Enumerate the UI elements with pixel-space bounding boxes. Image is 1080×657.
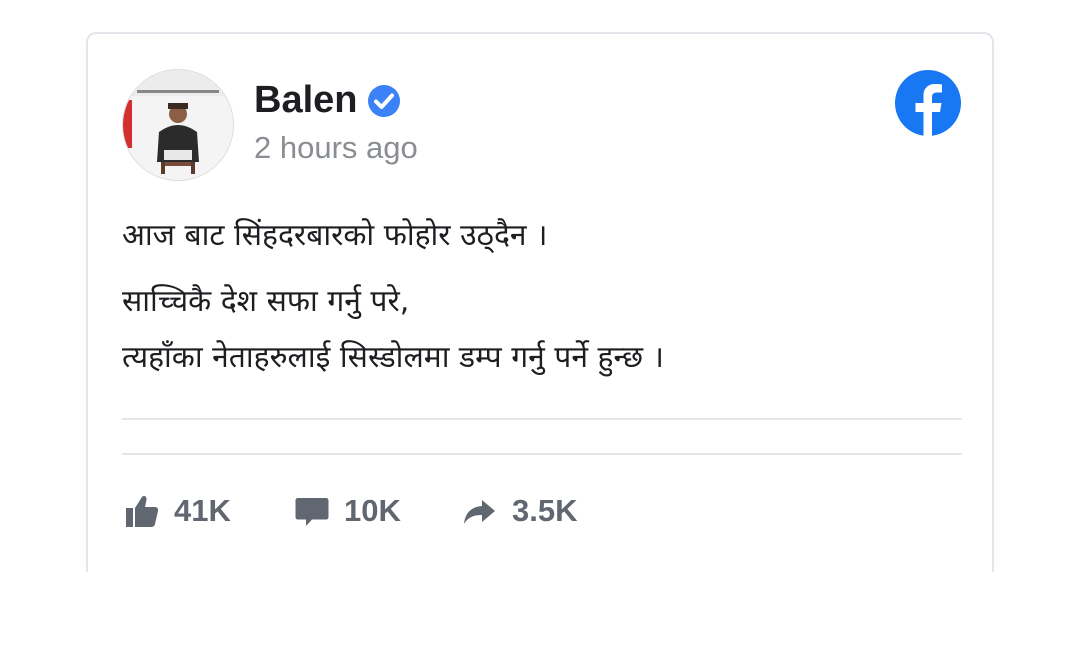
divider	[122, 453, 962, 455]
like-stat[interactable]: 41K	[124, 486, 231, 536]
post-text-line: त्यहाँका नेताहरुलाई सिस्डोलमा डम्प गर्नु…	[122, 340, 664, 375]
verified-badge-icon	[368, 85, 400, 117]
like-count: 41K	[174, 493, 231, 528]
post-text-line: साच्चिकै देश सफा गर्नु परे,	[122, 284, 410, 319]
comment-stat[interactable]: 10K	[294, 486, 401, 536]
facebook-logo-icon	[895, 70, 961, 136]
post-text-line: आज बाट सिंहदरबारको फोहोर उठ्दैन ।	[122, 218, 548, 253]
share-stat[interactable]: 3.5K	[462, 486, 577, 536]
post-timestamp[interactable]: 2 hours ago	[254, 130, 418, 166]
share-arrow-icon	[464, 500, 495, 524]
avatar[interactable]	[122, 69, 234, 181]
avatar-photo	[123, 70, 233, 180]
author-name[interactable]: Balen	[254, 78, 357, 122]
share-count: 3.5K	[512, 493, 578, 528]
comment-bubble-icon	[295, 498, 329, 526]
divider	[122, 418, 962, 420]
thumbs-up-icon	[126, 496, 159, 527]
facebook-post-card: Balen 2 hours ago आज बाट सिंहदरबारको फोह…	[86, 32, 994, 572]
comment-count: 10K	[344, 493, 401, 528]
